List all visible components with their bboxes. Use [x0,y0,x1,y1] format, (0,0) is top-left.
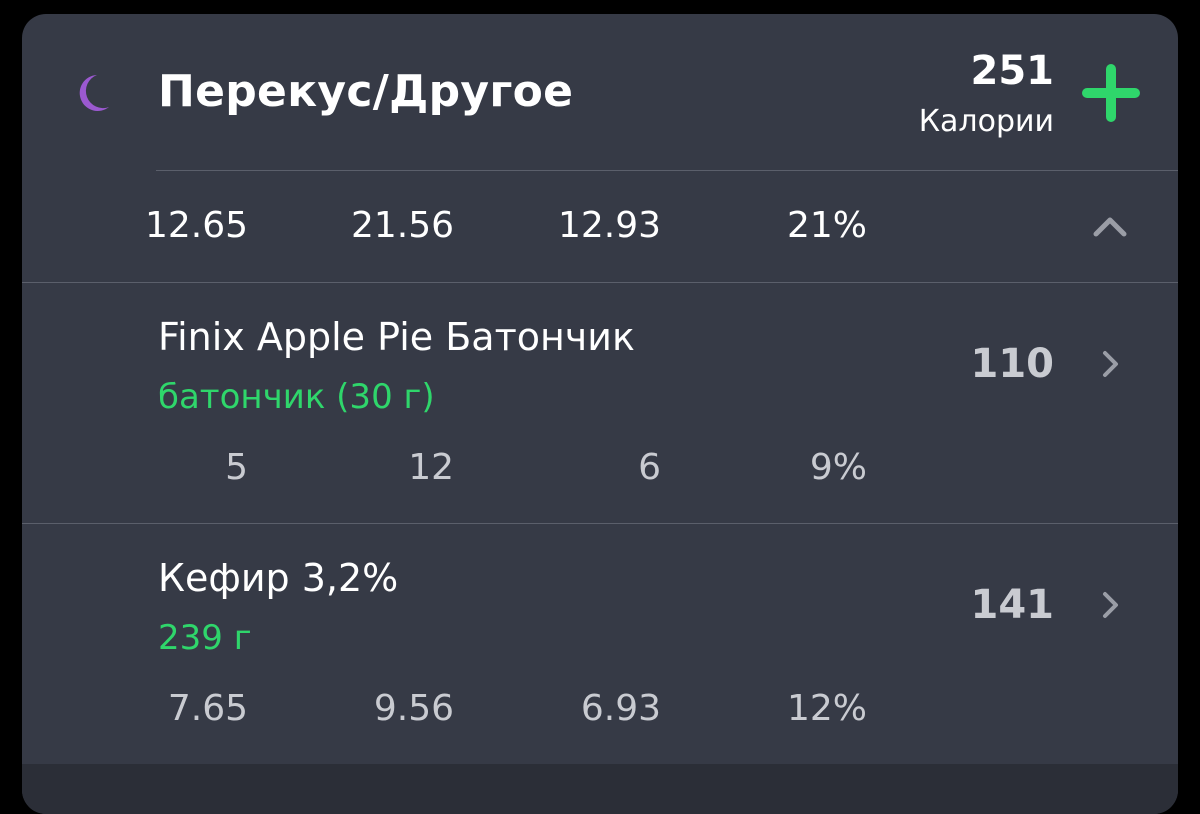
meal-calories-value: 251 [970,48,1055,94]
food-item-macro-3: 6.93 [580,688,661,729]
food-item-macro-1: 7.65 [167,688,248,729]
food-item-macro-2: 9.56 [373,688,454,729]
meal-totals-row[interactable]: 12.65 21.56 12.93 21% [22,171,1178,282]
meal-title: Перекус/Другое [158,66,574,117]
food-item-portion: батончик (30 г) [158,377,435,417]
food-item-macro-4: 12% [786,688,867,729]
food-item-portion: 239 г [158,618,252,658]
food-item-macro-4: 9% [809,447,867,488]
totals-macro-4: 21% [786,205,867,246]
plus-icon[interactable] [1080,62,1142,124]
food-item[interactable]: Кефир 3,2% 239 г 141 7.65 9.56 6.93 12% [22,524,1178,764]
food-item-macro-2: 12 [408,447,454,488]
meal-header: Перекус/Другое 251 Калории [22,14,1178,170]
food-item-macro-1: 5 [225,447,248,488]
food-item-name: Кефир 3,2% [158,556,399,600]
food-item-name: Finix Apple Pie Батончик [158,315,635,359]
food-item-macro-3: 6 [638,447,661,488]
moon-icon [79,75,109,111]
chevron-right-icon [1103,351,1118,377]
totals-macro-2: 21.56 [350,205,454,246]
totals-macro-3: 12.93 [557,205,661,246]
chevron-up-icon[interactable] [1090,207,1130,247]
totals-macro-1: 12.65 [144,205,248,246]
chevron-right-icon [1103,592,1118,618]
meal-card: Перекус/Другое 251 Калории 12.65 21.56 1… [22,14,1178,814]
food-item-calories: 141 [970,582,1055,628]
bottom-bar [22,764,1178,814]
food-item[interactable]: Finix Apple Pie Батончик батончик (30 г)… [22,283,1178,523]
food-item-calories: 110 [970,341,1055,387]
meal-calories-label: Калории [918,104,1054,139]
